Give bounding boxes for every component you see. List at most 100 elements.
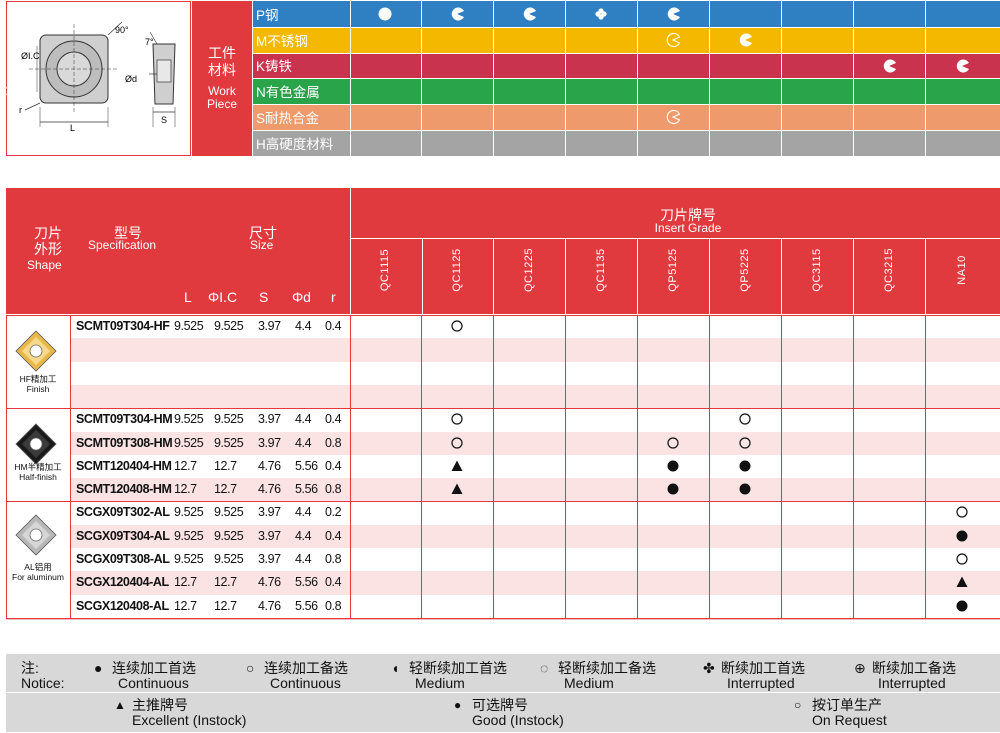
spec-cell: SCMT09T308-HM (76, 435, 173, 450)
legend-en: On Request (812, 712, 887, 728)
d-cell: 4.4 (295, 505, 312, 520)
header-divider (350, 188, 351, 314)
IC-cell: 12.7 (214, 598, 237, 613)
table-row: SCMT09T304-HF 9.525 9.525 3.97 4.4 0.4 (70, 315, 1000, 338)
material-col-divider (350, 104, 351, 130)
r-cell: 0.4 (325, 575, 342, 590)
medium-solid-icon (0, 83, 8, 99)
material-col-divider (781, 104, 782, 130)
material-col-divider (565, 78, 566, 105)
insert-drawing: 90° 7° ØI.C Ød r L S (19, 21, 176, 133)
material-col-divider (925, 78, 926, 105)
grade-col-divider (637, 238, 638, 314)
IC-cell: 12.7 (214, 458, 237, 473)
material-col-divider (925, 104, 926, 130)
IC-cell: 9.525 (214, 319, 244, 333)
notice-divider (6, 692, 1000, 693)
size-col-divider (350, 315, 351, 618)
grade-label: QC1225 (523, 248, 535, 292)
material-col-divider (350, 130, 351, 156)
spec-header-en: Specification (88, 238, 157, 252)
d-cell: 4.4 (295, 412, 312, 427)
size-header-en: Size (250, 238, 274, 252)
table-row: SCGX09T302-AL 9.525 9.525 3.97 4.4 0.2 (70, 501, 1000, 524)
grade-col-divider (637, 315, 638, 618)
shape-header-en: Shape (27, 258, 62, 272)
col-IC: ΦI.C (208, 289, 238, 305)
table-row (70, 338, 1000, 362)
workpiece-en-2: Piece (206, 97, 238, 111)
material-col-divider (853, 52, 854, 79)
IC-cell: 9.525 (214, 435, 244, 450)
table-row: SCGX09T304-AL 9.525 9.525 3.97 4.4 0.4 (70, 524, 1000, 548)
notice-label-cn: 注: (21, 660, 39, 676)
grade-col-divider (781, 238, 782, 314)
solid-circle-icon (377, 6, 393, 22)
legend-cn: 轻断续加工首选 (409, 660, 507, 676)
L-label: L (70, 123, 75, 133)
material-col-divider (493, 130, 494, 156)
table-header: 刀片 外形 Shape 型号 Specification 尺寸 Size L Φ… (6, 188, 1000, 314)
L-cell: 9.525 (174, 552, 204, 566)
spec-cell: SCMT09T304-HF (76, 319, 170, 333)
material-col-divider (781, 26, 782, 53)
table-bottom (6, 618, 1000, 620)
solid-circle-icon (955, 529, 969, 548)
table-row (70, 362, 1000, 385)
d-cell: 5.56 (295, 458, 318, 473)
outline-circle-icon (738, 412, 752, 431)
legend-symbol-icon: ● (94, 660, 103, 676)
table-row: SCMT120408-HM 12.7 12.7 4.76 5.56 0.8 (70, 478, 1000, 502)
r-cell: 0.8 (325, 598, 342, 613)
S-label: S (161, 115, 167, 125)
table-row: SCGX120404-AL 12.7 12.7 4.76 5.56 0.4 (70, 571, 1000, 595)
workpiece-cn-1: 工件 (208, 45, 236, 61)
material-col-divider (925, 130, 926, 156)
material-col-divider (493, 26, 494, 53)
legend-en: Medium (564, 675, 614, 691)
legend-en: Interrupted (727, 675, 795, 691)
IC-cell: 9.525 (214, 412, 244, 427)
material-row: S耐热合金 (253, 104, 1000, 130)
spec-cell: SCMT120408-HM (76, 482, 172, 497)
material-col-divider (709, 26, 710, 53)
outline-circle-icon (666, 436, 680, 455)
r-cell: 0.8 (325, 435, 342, 450)
material-col-divider (565, 130, 566, 156)
material-col-divider (493, 78, 494, 105)
S-cell: 4.76 (258, 482, 281, 497)
grade-col-divider (493, 238, 494, 314)
grade-col-divider (925, 315, 926, 618)
L-cell: 9.525 (174, 528, 204, 543)
material-col-divider (350, 52, 351, 79)
group-divider (6, 315, 1000, 316)
medium-solid-icon (665, 6, 681, 22)
legend-symbol-icon: ◖ (391, 660, 400, 676)
legend-cn: 断续加工首选 (721, 660, 805, 676)
spec-cell: SCMT09T304-HM (76, 412, 173, 427)
shape-label-en: For aluminum (12, 572, 64, 583)
material-col-divider (637, 104, 638, 130)
spec-cell: SCGX09T308-AL (76, 552, 170, 566)
r-label: r (19, 105, 22, 115)
outline-circle-icon (450, 412, 464, 431)
grade-label: QP5225 (739, 248, 751, 292)
grade-col-divider (421, 315, 422, 618)
workpiece-material-heading: 工件 材料 Work Piece (192, 1, 252, 156)
grade-label: NA10 (956, 255, 968, 285)
grade-label: QC1115 (379, 248, 391, 292)
shape-label-en: Half-finish (19, 472, 57, 483)
L-cell: 9.525 (174, 505, 204, 520)
material-col-divider (421, 78, 422, 105)
material-col-divider (781, 52, 782, 79)
r-cell: 0.4 (325, 412, 342, 427)
material-col-divider (565, 1, 566, 27)
material-col-divider (853, 26, 854, 53)
S-cell: 3.97 (258, 319, 281, 333)
solid-circle-icon (666, 459, 680, 478)
material-col-divider (853, 78, 854, 105)
material-col-divider (421, 1, 422, 27)
material-col-divider (709, 104, 710, 130)
shape-label-en: Finish (26, 384, 50, 394)
legend-symbol-icon: ○ (794, 698, 802, 712)
